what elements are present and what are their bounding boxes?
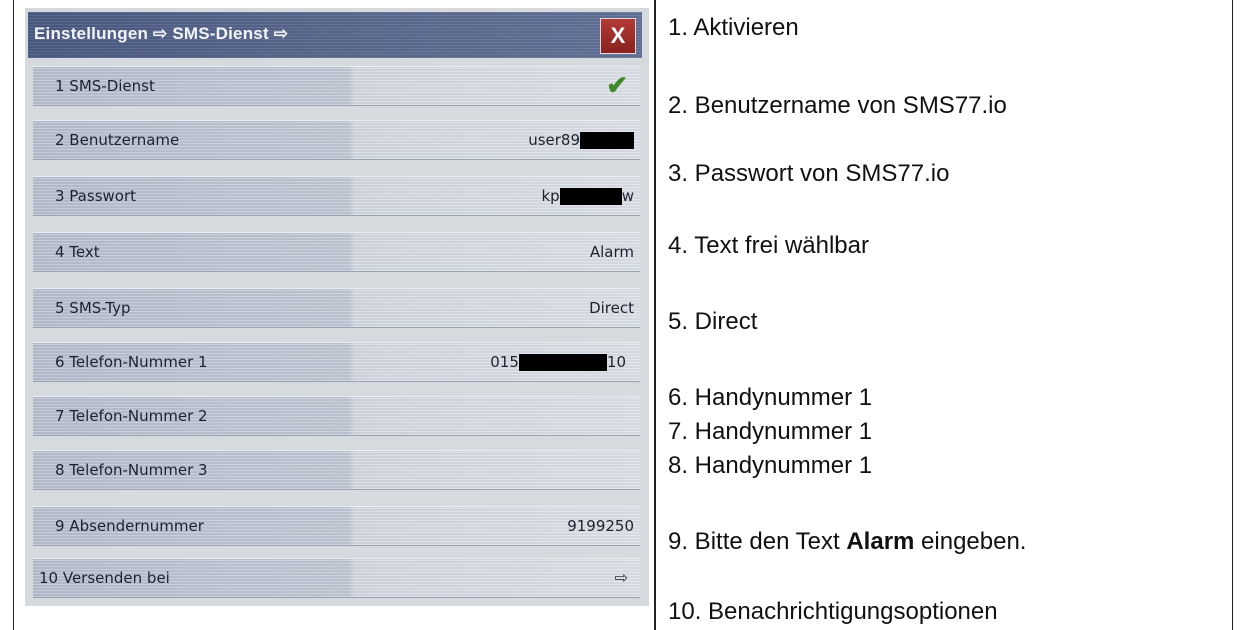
- setting-label: 2 Benutzername: [55, 131, 180, 149]
- device-screen-photo: Einstellungen ⇨ SMS-Dienst ⇨ X 1 SMS-Die…: [25, 8, 649, 606]
- close-button[interactable]: X: [600, 18, 636, 54]
- note-9-bold: Alarm: [846, 528, 915, 555]
- note-1: 1. Aktivieren: [668, 14, 799, 41]
- note-4: 4. Text frei wählbar: [668, 232, 869, 259]
- setting-row-sender-number[interactable]: 9 Absendernummer 9199250: [33, 506, 640, 546]
- table-border-right: [1232, 0, 1233, 630]
- setting-row-sms-service[interactable]: 1 SMS-Dienst ✔: [33, 66, 640, 106]
- setting-label: 4 Text: [55, 243, 100, 261]
- setting-value: 9199250: [567, 517, 634, 535]
- setting-row-password[interactable]: 3 Passwort kp w: [33, 176, 640, 216]
- table-border-middle: [654, 0, 656, 630]
- setting-label: 5 SMS-Typ: [55, 299, 131, 317]
- setting-label: 9 Absendernummer: [55, 517, 204, 535]
- setting-value: Direct: [589, 299, 634, 317]
- breadcrumb-title: Einstellungen ⇨ SMS-Dienst ⇨: [34, 24, 289, 43]
- table-border-left: [13, 0, 14, 630]
- redaction-bar: [559, 188, 622, 205]
- note-3: 3. Passwort von SMS77.io: [668, 160, 950, 187]
- setting-value: Alarm: [589, 243, 634, 261]
- setting-row-phone-2[interactable]: 7 Telefon-Nummer 2: [33, 396, 640, 436]
- note-7: 7. Handynummer 1: [668, 418, 873, 445]
- redaction-bar: [518, 354, 607, 371]
- note-10: 10. Benachrichtigungsoptionen: [668, 598, 998, 625]
- setting-row-phone-3[interactable]: 8 Telefon-Nummer 3: [33, 450, 640, 490]
- setting-value: kp w: [541, 187, 634, 205]
- setting-label: 7 Telefon-Nummer 2: [55, 407, 208, 425]
- setting-label: 6 Telefon-Nummer 1: [55, 353, 208, 371]
- arrow-right-icon[interactable]: ⇨: [615, 568, 628, 588]
- note-2: 2. Benutzername von SMS77.io: [668, 92, 1007, 119]
- setting-label: 1 SMS-Dienst: [55, 77, 155, 95]
- note-8: 8. Handynummer 1: [668, 452, 873, 479]
- setting-row-username[interactable]: 2 Benutzername user89: [33, 120, 640, 160]
- title-bar: Einstellungen ⇨ SMS-Dienst ⇨ X: [28, 12, 642, 58]
- setting-row-text[interactable]: 4 Text Alarm: [33, 232, 640, 272]
- redaction-bar: [580, 132, 634, 149]
- checkmark-icon: ✔: [606, 70, 628, 100]
- setting-row-sms-type[interactable]: 5 SMS-Typ Direct: [33, 288, 640, 328]
- setting-value: 015 10: [490, 353, 626, 371]
- setting-value: user89: [528, 131, 634, 149]
- setting-label: 8 Telefon-Nummer 3: [55, 461, 208, 479]
- note-5: 5. Direct: [668, 308, 758, 335]
- setting-row-send-on[interactable]: 10 Versenden bei ⇨: [33, 558, 640, 598]
- note-9: 9. Bitte den Text Alarm eingeben.: [668, 528, 1027, 555]
- setting-row-phone-1[interactable]: 6 Telefon-Nummer 1 015 10: [33, 342, 640, 382]
- setting-label: 3 Passwort: [55, 187, 136, 205]
- setting-label: 10 Versenden bei: [39, 569, 170, 587]
- note-6: 6. Handynummer 1: [668, 384, 873, 411]
